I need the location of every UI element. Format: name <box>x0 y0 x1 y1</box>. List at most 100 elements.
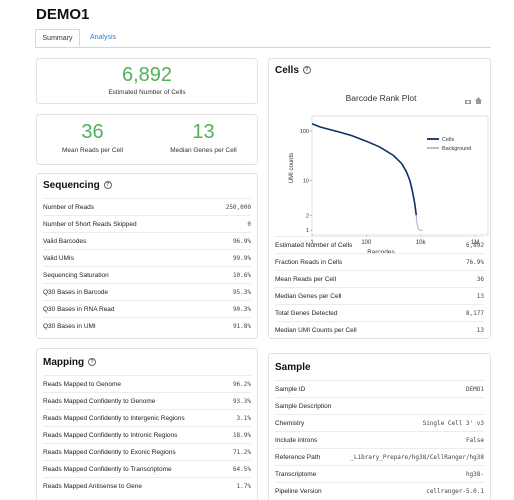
row-value: hg38- <box>465 471 484 478</box>
table-row: Valid UMIs 99.9% <box>43 249 251 267</box>
row-value: 99.9% <box>232 255 251 262</box>
row-value: 93.3% <box>232 398 251 405</box>
sequencing-card: Sequencing? Number of Reads 250,000 Number… <box>36 173 258 339</box>
table-row: Estimated Number of Cells 6,892 <box>275 236 484 254</box>
row-value: 8,177 <box>465 310 484 317</box>
y-axis-label: UMI counts <box>289 153 295 183</box>
mapping-card: Mapping? Reads Mapped to Genome 96.2% Read… <box>36 348 258 500</box>
y-tick-label: 100 <box>300 129 309 135</box>
row-label: Reads Mapped Confidently to Intergenic R… <box>43 415 185 422</box>
reads-genes-card: 36 Mean Reads per Cell 13 Median Genes p… <box>36 114 258 165</box>
home-icon[interactable] <box>475 97 482 104</box>
row-value: 90.3% <box>232 306 251 313</box>
row-label: Sample ID <box>275 386 306 393</box>
table-row: Number of Reads 250,000 <box>43 198 251 216</box>
table-row: Total Genes Detected 8,177 <box>275 304 484 322</box>
row-value: 71.2% <box>232 449 251 456</box>
table-row: Fraction Reads in Cells 76.9% <box>275 253 484 271</box>
help-icon[interactable]: ? <box>88 358 97 367</box>
table-row: Reads Mapped Confidently to Transcriptom… <box>43 460 251 478</box>
plot-frame <box>311 115 489 236</box>
table-row: Reads Mapped Confidently to Genome 93.3% <box>43 392 251 410</box>
row-label: Valid Barcodes <box>43 238 87 245</box>
row-value: 13 <box>476 293 484 300</box>
table-row: Reads Mapped Confidently to Intronic Reg… <box>43 426 251 444</box>
table-row: Reads Mapped Confidently to Intergenic R… <box>43 409 251 427</box>
median-genes-block: 13 Median Genes per Cell <box>148 115 259 166</box>
y-tick-label: 10 <box>303 179 309 185</box>
download-icon[interactable] <box>465 100 471 104</box>
row-value: 3.1% <box>236 415 251 422</box>
row-value: 96.9% <box>232 238 251 245</box>
row-label: Mean Reads per Cell <box>275 276 337 283</box>
table-row: Sequencing Saturation 10.6% <box>43 266 251 284</box>
row-label: Reads Mapped Confidently to Exonic Regio… <box>43 449 176 456</box>
table-row: Include introns False <box>275 431 484 449</box>
median-genes-value: 13 <box>192 121 215 143</box>
row-value: False <box>465 437 484 444</box>
row-label: Median Genes per Cell <box>275 293 342 300</box>
series-cells-line <box>311 122 418 216</box>
estimated-cells-label: Estimated Number of Cells <box>108 89 186 96</box>
table-row: Median UMI Counts per Cell 13 <box>275 321 484 339</box>
sample-title: Sample <box>275 362 311 373</box>
cells-card: Cells? Barcode Rank Plot UMI counts Barc… <box>268 58 491 339</box>
row-value: 250,000 <box>225 204 251 211</box>
row-value: DEMO1 <box>465 386 484 393</box>
row-value: 10.6% <box>232 272 251 279</box>
table-row: Number of Short Reads Skipped 0 <box>43 215 251 233</box>
series-background-line <box>415 215 423 231</box>
sample-card: Sample Sample ID DEMO1 Sample Description C… <box>268 353 491 500</box>
row-label: Valid UMIs <box>43 255 74 262</box>
row-label: Fraction Reads in Cells <box>275 259 343 266</box>
row-label: Total Genes Detected <box>275 310 338 317</box>
table-row: Reads Mapped Antisense to Gene 1.7% <box>43 477 251 495</box>
legend-label: Cells <box>442 137 454 143</box>
row-value: 6,892 <box>465 242 484 249</box>
table-row: Reads Mapped Confidently to Exonic Regio… <box>43 443 251 461</box>
row-label: Reads Mapped Antisense to Gene <box>43 483 143 490</box>
row-label: Reads Mapped Confidently to Transcriptom… <box>43 466 172 473</box>
median-genes-label: Median Genes per Cell <box>170 147 237 154</box>
help-icon[interactable]: ? <box>103 181 112 190</box>
row-label: Chemistry <box>275 420 305 427</box>
estimated-cells-card: 6,892 Estimated Number of Cells <box>36 58 258 104</box>
table-row: Median Genes per Cell 13 <box>275 287 484 305</box>
row-label: Median UMI Counts per Cell <box>275 327 357 334</box>
table-row: Q30 Bases in UMI 91.8% <box>43 317 251 335</box>
row-label: Reads Mapped Confidently to Intronic Reg… <box>43 432 178 439</box>
y-tick-label: 2 <box>306 213 309 219</box>
tab-summary[interactable]: Summary <box>35 29 80 47</box>
tab-bar: Summary Analysis <box>35 29 491 48</box>
plot-area: 1 100 10k 1M1210100 <box>300 115 489 246</box>
table-row: Reads Mapped to Genome 96.2% <box>43 375 251 393</box>
table-row: Chemistry Single Cell 3' v3 <box>275 414 484 432</box>
cells-title: Cells? <box>275 65 311 76</box>
mapping-title: Mapping? <box>43 357 97 368</box>
mean-reads-block: 36 Mean Reads per Cell <box>37 115 148 166</box>
estimated-cells-value: 6,892 <box>121 64 173 86</box>
tab-analysis[interactable]: Analysis <box>83 29 123 47</box>
row-label: Q30 Bases in RNA Read <box>43 306 115 313</box>
chart-legend: Cells Background <box>427 137 471 152</box>
row-label: Reads Mapped to Genome <box>43 381 122 388</box>
barcode-rank-plot: Barcode Rank Plot UMI counts Barcodes 11… <box>289 93 489 256</box>
table-row: Pipeline Version cellranger-5.0.1 <box>275 482 484 500</box>
row-label: Transcriptome <box>275 471 317 478</box>
table-row: Q30 Bases in Barcode 95.3% <box>43 283 251 301</box>
row-value: 91.8% <box>232 323 251 330</box>
page-title: DEMO1 <box>36 6 90 23</box>
table-row: Reference Path _Library_Prepare/hg38/Cell… <box>275 448 484 466</box>
mean-reads-value: 36 <box>81 121 104 143</box>
row-value: 0 <box>247 221 251 228</box>
mean-reads-label: Mean Reads per Cell <box>61 147 124 154</box>
mapping-title-text: Mapping <box>43 357 85 368</box>
help-icon[interactable]: ? <box>302 66 311 75</box>
row-value: 95.3% <box>232 289 251 296</box>
row-label: Include introns <box>275 437 318 444</box>
cells-title-text: Cells <box>275 65 299 76</box>
row-value: _Library_Prepare/hg38/CellRanger/hg38 <box>350 454 484 461</box>
sequencing-title-text: Sequencing <box>43 180 100 191</box>
row-label: Reads Mapped Confidently to Genome <box>43 398 156 405</box>
row-label: Pipeline Version <box>275 488 322 495</box>
